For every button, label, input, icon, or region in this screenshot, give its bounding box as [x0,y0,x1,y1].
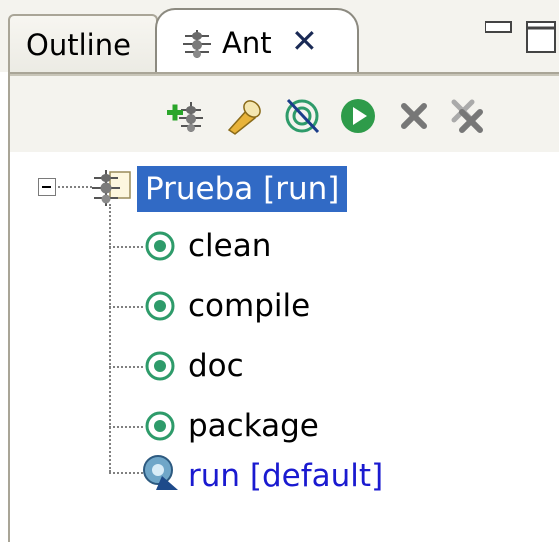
target-icon [144,290,176,326]
ant-view-panel: Prueba [run] clean compile doc package r… [8,72,559,542]
remove-icon[interactable] [394,96,434,136]
tree-connector [109,306,143,308]
default-target-icon [140,454,180,496]
tab-ant-label: Ant [222,26,272,60]
tree-connector [58,186,92,188]
tree-target-compile[interactable]: compile [188,286,310,326]
tree-root-buildfile[interactable]: Prueba [run] [137,166,348,212]
tree-connector [109,472,143,474]
search-icon[interactable] [225,96,265,136]
maximize-icon[interactable] [526,21,556,53]
tree-target-doc[interactable]: doc [188,346,244,386]
tree-target-package[interactable]: package [188,406,319,446]
add-buildfile-icon[interactable] [165,96,205,136]
remove-all-icon[interactable] [446,96,486,136]
close-icon[interactable]: ✕ [291,22,318,60]
view-tab-strip: Outline Ant ✕ [0,0,559,74]
ant-icon [179,26,215,66]
run-icon[interactable] [338,96,378,136]
tab-outline[interactable]: Outline [8,14,158,72]
tree-connector [109,204,111,472]
tree-target-run-default[interactable]: run [default] [188,456,383,496]
tree-connector [109,426,143,428]
target-icon [144,350,176,386]
ant-tree: Prueba [run] clean compile doc package r… [10,152,559,552]
target-icon [144,230,176,266]
target-icon [144,410,176,446]
tree-target-clean[interactable]: clean [188,226,271,266]
tab-ant[interactable]: Ant ✕ [155,8,359,74]
buildfile-icon [90,166,134,214]
window-buttons [484,20,559,58]
collapse-toggle[interactable] [38,178,56,196]
view-toolbar [10,74,559,152]
tree-connector [109,246,143,248]
hide-internal-targets-icon[interactable] [282,96,322,136]
tab-outline-label: Outline [26,28,131,62]
tree-connector [109,366,143,368]
minimize-icon[interactable] [484,21,512,33]
